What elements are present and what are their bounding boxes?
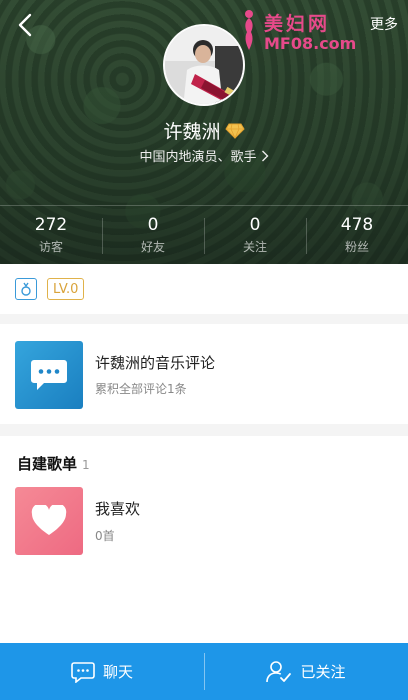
- music-level-icon: [21, 282, 31, 296]
- profile-header: 美妇网 MF08.com 更多 许魏洲 中国内地演员、歌手 272 访客 0 好…: [0, 0, 408, 264]
- music-comments-card[interactable]: 许魏洲的音乐评论 累积全部评论1条: [0, 324, 408, 424]
- stat-label: 关注: [242, 240, 267, 254]
- section-title: 自建歌单: [17, 455, 78, 473]
- more-button[interactable]: 更多: [370, 14, 398, 34]
- watermark: 美妇网 MF08.com: [232, 6, 362, 56]
- playlist-thumbnail[interactable]: [15, 487, 83, 555]
- comment-title: 许魏洲的音乐评论: [95, 354, 216, 372]
- profile-name-row: 许魏洲: [0, 117, 408, 144]
- user-check-icon: [266, 660, 292, 682]
- chat-label: 聊天: [102, 663, 133, 681]
- stats-bar: 272 访客 0 好友 0 关注 478 粉丝: [0, 205, 408, 264]
- stat-label: 粉丝: [344, 240, 369, 254]
- stat-visitors[interactable]: 272 访客: [0, 206, 102, 264]
- playlist-title[interactable]: 我喜欢: [95, 498, 140, 519]
- followed-button[interactable]: 已关注: [204, 643, 408, 700]
- stat-friends[interactable]: 0 好友: [102, 206, 204, 264]
- playlist-section-header: 自建歌单 1: [17, 453, 90, 474]
- watermark-url: MF08.com: [264, 34, 357, 53]
- playlist-section: 自建歌单 1 我喜欢 0首: [0, 436, 408, 643]
- stat-label: 好友: [140, 240, 165, 254]
- followed-label: 已关注: [300, 663, 346, 681]
- back-button[interactable]: [10, 10, 40, 40]
- comment-thumbnail: [15, 341, 83, 409]
- profile-description-row[interactable]: 中国内地演员、歌手: [0, 146, 408, 165]
- chat-bubble-icon: [31, 360, 67, 390]
- avatar-image: [165, 26, 243, 104]
- bottom-action-bar: 聊天 已关注: [0, 643, 408, 700]
- stat-value: 272: [34, 215, 68, 235]
- stat-fans[interactable]: 478 粉丝: [306, 206, 408, 264]
- back-arrow-icon: [18, 13, 32, 37]
- watermark-title: 美妇网: [264, 13, 331, 35]
- chevron-right-icon: [261, 150, 268, 161]
- playlist-track-count: 0首: [95, 529, 115, 543]
- profile-name: 许魏洲: [163, 121, 221, 143]
- stat-value: 0: [147, 215, 159, 235]
- profile-description: 中国内地演员、歌手: [139, 150, 257, 165]
- chat-button[interactable]: 聊天: [0, 643, 204, 700]
- stat-label: 访客: [38, 240, 63, 254]
- diamond-badge-icon: [224, 123, 245, 139]
- music-level-badge[interactable]: [15, 278, 37, 300]
- heart-icon: [31, 505, 67, 535]
- watermark-figure-icon: [245, 10, 253, 50]
- badges-row: LV.0: [0, 264, 408, 314]
- stat-value: 0: [249, 215, 261, 235]
- avatar[interactable]: [163, 24, 245, 106]
- stat-value: 478: [340, 215, 374, 235]
- comment-subtitle: 累积全部评论1条: [95, 382, 187, 396]
- section-count: 1: [82, 458, 90, 472]
- level-badge[interactable]: LV.0: [47, 278, 85, 300]
- stat-following[interactable]: 0 关注: [204, 206, 306, 264]
- chat-icon: [71, 661, 95, 683]
